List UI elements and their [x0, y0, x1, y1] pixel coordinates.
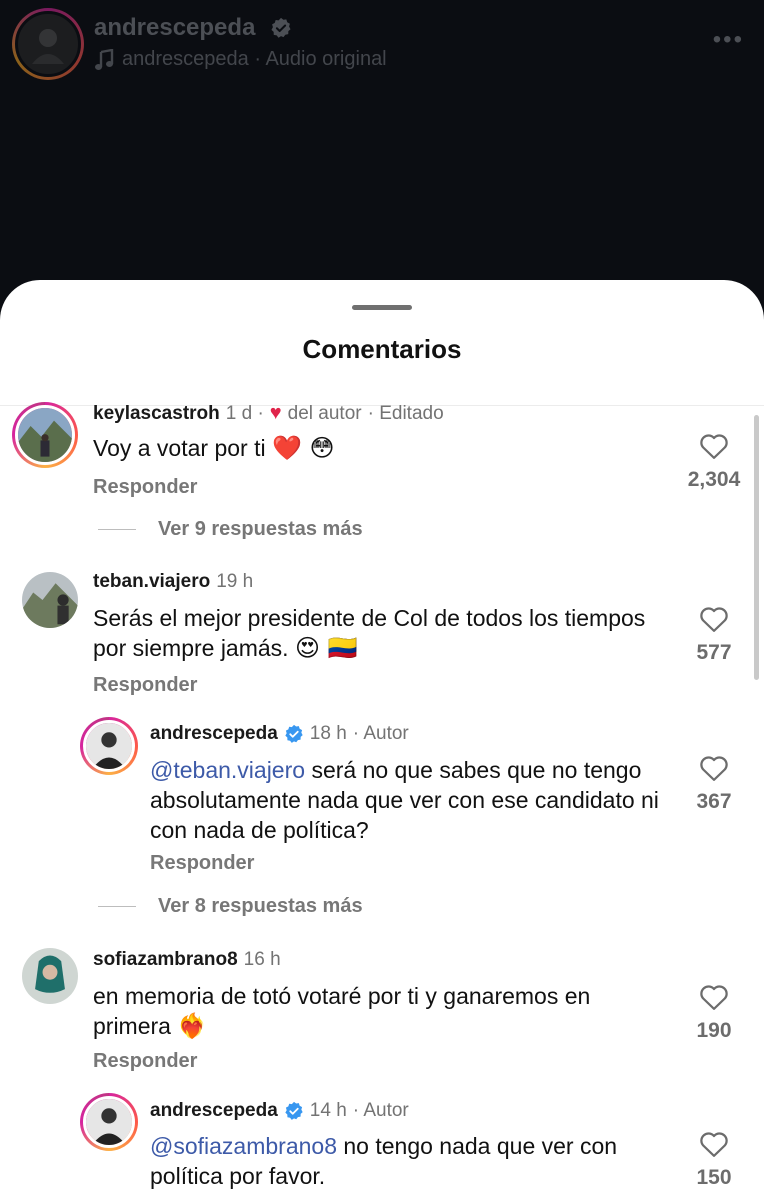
comment-username[interactable]: sofiazambrano8 — [93, 949, 238, 971]
view-more-replies-button[interactable]: Ver 9 respuestas más — [98, 518, 363, 541]
avatar-photo-icon — [22, 948, 78, 1004]
music-note-icon — [95, 48, 114, 70]
comments-sheet: Comentarios keylascastroh 1 d · ♥ del au… — [0, 280, 764, 1200]
heart-outline-icon — [700, 434, 728, 459]
comment-header: keylascastroh 1 d · ♥ del autor · Editad… — [93, 402, 444, 425]
replies-divider-line — [98, 906, 136, 907]
avatar[interactable] — [12, 402, 78, 468]
comment-emoji: ❤️‍🔥 — [177, 1012, 208, 1040]
reel-audio-text: andrescepeda · Audio original — [122, 48, 387, 70]
reel-author-avatar[interactable] — [12, 8, 84, 80]
comment-text-content: Serás el mejor presidente de Col de todo… — [93, 605, 646, 661]
verified-badge-icon — [285, 724, 303, 743]
like-button[interactable]: 577 — [678, 605, 750, 665]
avatar-portrait-icon — [32, 29, 64, 64]
reply-username[interactable]: andrescepeda — [150, 1100, 278, 1122]
author-liked-label: del autor — [287, 402, 362, 424]
like-button[interactable]: 150 — [678, 1130, 750, 1190]
scrollbar[interactable] — [754, 415, 759, 680]
mention-link[interactable]: @sofiazambrano8 — [150, 1133, 337, 1159]
heart-outline-icon — [700, 756, 728, 781]
verified-badge-icon — [271, 17, 291, 38]
heart-outline-icon — [700, 1132, 728, 1157]
verified-badge-icon — [285, 1101, 303, 1120]
comment-emoji: ❤️ 😳 — [271, 434, 335, 462]
author-badge: · Autor — [352, 723, 409, 744]
like-count: 190 — [696, 1019, 732, 1042]
avatar[interactable] — [22, 572, 78, 628]
reply-time: 14 h — [309, 1100, 347, 1121]
edited-label: · Editado — [367, 402, 444, 424]
comment-header: teban.viajero 19 h — [93, 571, 253, 593]
heart-outline-icon — [700, 985, 728, 1010]
view-more-replies-label: Ver 8 respuestas más — [158, 895, 363, 917]
avatar[interactable] — [80, 717, 138, 775]
reply-button[interactable]: Responder — [93, 1050, 197, 1073]
like-button[interactable]: 190 — [678, 983, 750, 1043]
sheet-grabber-handle[interactable] — [352, 305, 412, 310]
avatar-portrait-icon — [86, 723, 132, 769]
reply-time: 18 h — [309, 723, 347, 744]
reply-header: andrescepeda 18 h · Autor — [150, 723, 409, 745]
comment-text-content: Voy a votar por ti — [93, 435, 266, 461]
like-count: 150 — [696, 1166, 732, 1189]
sheet-title: Comentarios — [302, 334, 462, 364]
comment-header: sofiazambrano8 16 h — [93, 949, 281, 971]
avatar[interactable] — [22, 948, 78, 1004]
mention-link[interactable]: @teban.viajero — [150, 757, 305, 783]
comment-username[interactable]: teban.viajero — [93, 571, 210, 593]
replies-divider-line — [98, 529, 136, 530]
comment-text: Voy a votar por ti ❤️ 😳 — [93, 433, 653, 463]
reply-button[interactable]: Responder — [93, 674, 197, 697]
avatar-photo-icon — [18, 408, 72, 462]
author-badge: · Autor — [352, 1100, 409, 1121]
author-liked-heart-icon: ♥ — [269, 402, 282, 424]
like-count: 367 — [696, 790, 732, 813]
comment-username[interactable]: keylascastroh — [93, 403, 220, 425]
comment-time: 19 h — [216, 571, 254, 592]
reply-button[interactable]: Responder — [150, 852, 254, 875]
comment-emoji: 😍 🇨🇴 — [294, 634, 358, 662]
comment-text: en memoria de totó votaré por ti y ganar… — [93, 981, 653, 1041]
heart-outline-icon — [700, 607, 728, 632]
more-horizontal-icon[interactable]: ••• — [713, 26, 744, 54]
reply-button[interactable]: Responder — [93, 476, 197, 499]
like-count: 577 — [696, 641, 732, 664]
reply-text: @sofiazambrano8 no tengo nada que ver co… — [150, 1131, 670, 1191]
comment-time: 1 d · — [225, 402, 264, 424]
reel-header: andrescepeda andrescepeda · Audio origin… — [0, 0, 764, 300]
like-button[interactable]: 2,304 — [678, 432, 750, 492]
reel-author-username[interactable]: andrescepeda — [94, 14, 255, 42]
avatar-portrait-icon — [86, 1099, 132, 1145]
comment-text: Serás el mejor presidente de Col de todo… — [93, 603, 653, 663]
avatar[interactable] — [80, 1093, 138, 1151]
reel-audio-label[interactable]: andrescepeda · Audio original — [94, 48, 387, 71]
avatar-photo-icon — [22, 572, 78, 628]
reply-username[interactable]: andrescepeda — [150, 723, 278, 745]
like-button[interactable]: 367 — [678, 754, 750, 814]
like-count: 2,304 — [687, 468, 741, 491]
comment-text-content: en memoria de totó votaré por ti y ganar… — [93, 983, 591, 1039]
comment-time: 16 h — [243, 949, 281, 970]
reply-text: @teban.viajero será no que sabes que no … — [150, 755, 670, 845]
reply-header: andrescepeda 14 h · Autor — [150, 1100, 409, 1122]
view-more-replies-label: Ver 9 respuestas más — [158, 518, 363, 540]
view-more-replies-button[interactable]: Ver 8 respuestas más — [98, 895, 363, 918]
